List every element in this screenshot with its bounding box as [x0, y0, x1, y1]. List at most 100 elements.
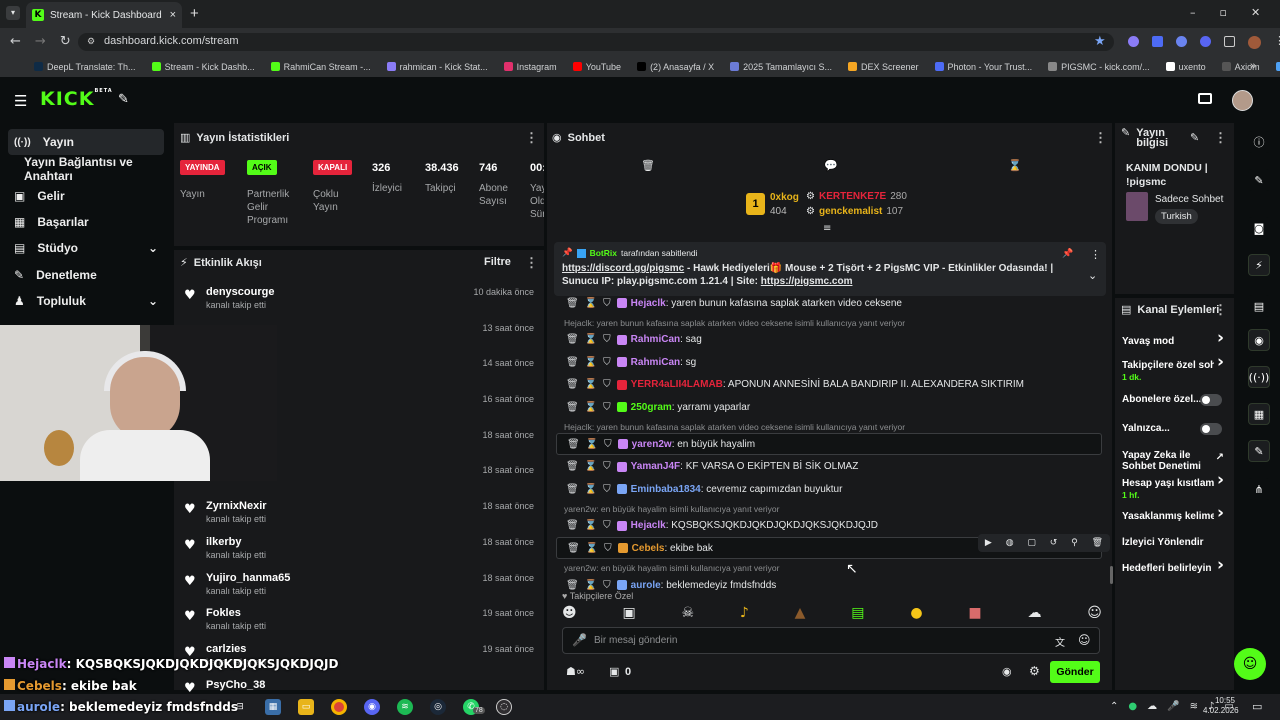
- chat-bubble-icon[interactable]: 💬: [824, 159, 838, 172]
- timeout-icon[interactable]: ⌛: [585, 334, 597, 345]
- stats-menu-icon[interactable]: ⋮: [525, 130, 538, 146]
- camera-icon[interactable]: ◙: [1248, 217, 1270, 239]
- extension-4-icon[interactable]: [1200, 36, 1211, 47]
- ban-shield-icon[interactable]: ⛉: [603, 461, 611, 472]
- sidebar-item-denetleme[interactable]: ✎ Denetleme: [8, 262, 164, 288]
- unpin-icon[interactable]: 📌: [1062, 249, 1073, 259]
- timeout-icon[interactable]: ⌛: [585, 580, 597, 591]
- minimize-icon[interactable]: –: [1190, 6, 1196, 19]
- chat-message[interactable]: 🗑 ⌛ ⛉ yaren2w: en büyük hayalim: [556, 433, 1102, 455]
- pinned-expand-icon[interactable]: ⌄: [1088, 269, 1097, 282]
- file-explorer-icon[interactable]: ▭: [298, 699, 314, 715]
- reply-icon[interactable]: ◍: [1006, 538, 1014, 548]
- delete-message-icon[interactable]: 🗑: [566, 402, 579, 413]
- hourglass-icon[interactable]: ⌛: [1008, 159, 1022, 172]
- chat-message[interactable]: 🗑 ⌛ ⛉ YamanJ4F: KF VARSA O EKİPTEN Bİ SİK O…: [556, 456, 1102, 478]
- chat-settings-icon[interactable]: ⚙: [1029, 664, 1040, 678]
- bookmark-item[interactable]: Photon - Your Trust...: [934, 62, 1032, 72]
- delete-message-icon[interactable]: 🗑: [567, 439, 580, 450]
- bookmark-item[interactable]: PIGSMC - kick.com/...: [1048, 62, 1150, 72]
- tab-close-icon[interactable]: ×: [170, 9, 176, 21]
- site-info-icon[interactable]: ⚙: [87, 36, 95, 47]
- wifi-icon[interactable]: ≋: [1190, 701, 1198, 712]
- user-avatar[interactable]: [1232, 90, 1253, 111]
- discord-icon[interactable]: ◉: [364, 699, 380, 715]
- emote-4-icon[interactable]: ♪: [740, 605, 749, 621]
- timeout-icon[interactable]: ⌛: [585, 298, 597, 309]
- chat-username[interactable]: Cebels: [632, 543, 665, 554]
- channel-action-item[interactable]: Hesap yaşı kısıtlama 1 hf. ›: [1122, 472, 1230, 501]
- bookmark-star-icon[interactable]: ★: [1094, 34, 1106, 49]
- ban-shield-icon[interactable]: ⛉: [604, 543, 612, 554]
- reload-icon[interactable]: ↻: [60, 34, 71, 49]
- delete-message-icon[interactable]: 🗑: [566, 379, 579, 390]
- timeout-icon[interactable]: ⌛: [585, 379, 597, 390]
- timeout-icon[interactable]: ⌛: [585, 484, 597, 495]
- channel-action-item[interactable]: Yasaklanmış kelimel ›: [1122, 505, 1230, 533]
- sidebar-item-basarilar[interactable]: ▦ Başarılar: [8, 209, 164, 235]
- bookmark-item[interactable]: Instagram: [503, 62, 557, 72]
- stream-info-menu-icon[interactable]: ⋮: [1214, 130, 1227, 146]
- profile-avatar-icon[interactable]: [1248, 36, 1261, 49]
- clock[interactable]: 10:55 4.02.2026: [1203, 696, 1239, 716]
- channel-action-item[interactable]: Abonelere özel...: [1122, 394, 1230, 416]
- bolt-rail-icon[interactable]: ⚡: [1248, 254, 1270, 276]
- tools-icon[interactable]: ✎: [118, 92, 129, 107]
- activity-username[interactable]: [206, 318, 544, 322]
- mic-icon[interactable]: 🎤: [572, 633, 587, 647]
- tray-onedrive-icon[interactable]: ☁: [1147, 701, 1157, 712]
- chat-username[interactable]: Hejaclk: [631, 298, 666, 309]
- pinned-link-2[interactable]: https://pigsmc.com: [761, 276, 853, 287]
- chat-message[interactable]: 🗑 ⌛ ⛉ Hejaclk: yaren bunun kafasına saplak …: [556, 292, 1102, 314]
- extension-1-icon[interactable]: [1128, 36, 1139, 47]
- chat-username[interactable]: Hejaclk: [631, 520, 666, 531]
- emote-6-icon[interactable]: ▤: [851, 605, 864, 621]
- browser-tab[interactable]: K Stream - Kick Dashboard ×: [26, 2, 182, 28]
- chat-username[interactable]: YERR4aLII4LAMAB: [631, 379, 723, 390]
- activity-username[interactable]: PsyCho_38: [206, 675, 544, 691]
- chat-username[interactable]: aurole: [631, 580, 661, 591]
- chat-username[interactable]: yaren2w: [632, 439, 672, 450]
- wrench-rail-icon[interactable]: ✎: [1248, 440, 1270, 462]
- new-tab-icon[interactable]: +: [190, 5, 199, 22]
- delete-message-icon[interactable]: 🗑: [567, 543, 580, 554]
- tray-mic-icon[interactable]: 🎤: [1167, 701, 1179, 712]
- toggle-switch[interactable]: [1200, 423, 1222, 435]
- chat-rules-icon[interactable]: ◉: [1002, 665, 1012, 678]
- ban-shield-icon[interactable]: ⛉: [603, 334, 611, 345]
- channel-action-item[interactable]: Takipçilere özel soh 1 dk. ›: [1122, 354, 1230, 383]
- ban-shield-icon[interactable]: ⛉: [603, 580, 611, 591]
- chat-menu-icon[interactable]: ⋮: [1094, 130, 1107, 146]
- sidebar-item-topluluk[interactable]: ♟ Topluluk ⌄: [8, 288, 164, 314]
- delete-icon[interactable]: 🗑: [1092, 538, 1103, 548]
- hamburger-menu-icon[interactable]: ☰: [14, 92, 27, 110]
- steam-icon[interactable]: ◎: [430, 699, 446, 715]
- chat-rail-icon[interactable]: ◉: [1248, 329, 1270, 351]
- address-bar[interactable]: dashboard.kick.com/stream: [78, 33, 1114, 51]
- sidebar-item-studyo[interactable]: ▤ Stüdyo ⌄: [8, 235, 164, 261]
- chat-message[interactable]: 🗑 ⌛ ⛉ RahmiCan: sg: [556, 351, 1102, 373]
- emote-3-icon[interactable]: ☠: [682, 605, 695, 621]
- layout-rail-icon[interactable]: ▦: [1248, 403, 1270, 425]
- ban-shield-icon[interactable]: ⛉: [603, 379, 611, 390]
- chat-message[interactable]: 🗑 ⌛ ⛉ RahmiCan: sag: [556, 329, 1102, 351]
- delete-message-icon[interactable]: 🗑: [566, 484, 579, 495]
- extensions-puzzle-icon[interactable]: [1224, 36, 1235, 47]
- timeout-icon[interactable]: ⌛: [586, 439, 598, 450]
- sidebar-item-gelir[interactable]: ▣ Gelir: [8, 183, 164, 209]
- pencil-icon[interactable]: ✎: [1248, 169, 1270, 191]
- bookmark-item[interactable]: Stream - Kick Dashb...: [151, 62, 255, 72]
- timeout-icon[interactable]: ⌛: [585, 402, 597, 413]
- emote-8-icon[interactable]: ■: [968, 605, 981, 621]
- emote-10-icon[interactable]: ☺: [1087, 605, 1102, 621]
- bookmark-item[interactable]: DEX Screener: [847, 62, 919, 72]
- obs-icon[interactable]: ◌: [496, 699, 512, 715]
- chat-username[interactable]: YamanJ4F: [631, 461, 680, 472]
- support-chat-icon[interactable]: ☺: [1234, 648, 1266, 680]
- activity-menu-icon[interactable]: ⋮: [525, 255, 538, 271]
- copy-icon[interactable]: ▢: [1027, 538, 1036, 548]
- ban-shield-icon[interactable]: ⛉: [603, 298, 611, 309]
- ban-shield-icon[interactable]: ⛉: [603, 357, 611, 368]
- channel-actions-menu-icon[interactable]: ⋮: [1214, 302, 1227, 318]
- bookmark-item[interactable]: RahmiCan Stream -...: [270, 62, 371, 72]
